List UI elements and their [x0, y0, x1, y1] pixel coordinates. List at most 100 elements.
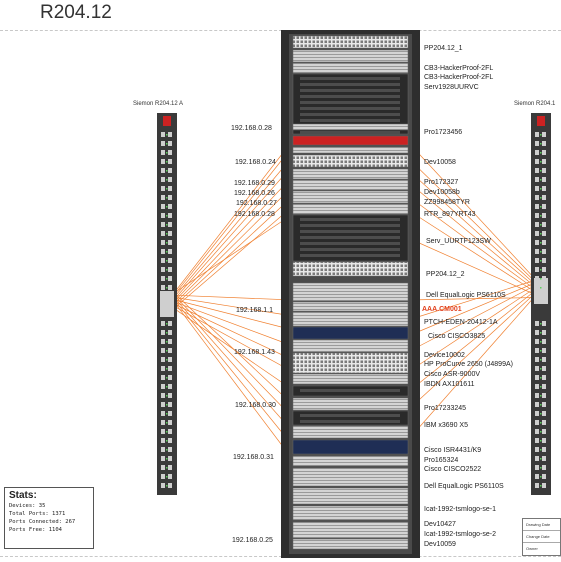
pdu-outlet — [161, 249, 165, 254]
pdu-outlet — [535, 240, 539, 245]
rack-device-2 — [292, 49, 409, 63]
rack-device-1 — [292, 35, 409, 49]
device-label: AAA.CM001 — [422, 306, 462, 313]
rack-device-21 — [292, 373, 409, 385]
pdu-outlet — [168, 483, 172, 488]
pdu-outlet — [535, 321, 539, 326]
pdu-outlet — [168, 168, 172, 173]
device-label: IBM x3690 X5 — [424, 422, 468, 429]
power-cable — [407, 209, 537, 293]
pdu-outlet-led — [166, 242, 168, 244]
pdu-outlet-led — [540, 260, 542, 262]
rack-device-3 — [292, 62, 409, 74]
pdu-outlet — [542, 258, 546, 263]
stats-ports-connected: Ports Connected: 267 — [9, 519, 76, 525]
pdu-outlet-led — [540, 152, 542, 154]
pdu-outlet — [168, 429, 172, 434]
pdu-outlet-led — [540, 197, 542, 199]
pdu-outlet — [161, 231, 165, 236]
pdu-outlet — [168, 366, 172, 371]
rack-device-31 — [292, 521, 409, 539]
pdu-outlet — [161, 258, 165, 263]
device-label: Dev10058 — [424, 159, 456, 166]
pdu-outlet-led — [166, 377, 168, 379]
pdu-outlet-led — [540, 350, 542, 352]
pdu-outlet — [161, 285, 165, 290]
stats-total-ports: Total Ports: 1371 — [9, 511, 66, 517]
pdu-outlet — [168, 384, 172, 389]
pdu-outlet-led — [166, 332, 168, 334]
pdu-outlet — [535, 366, 539, 371]
rack-device-drive-bay — [300, 119, 400, 122]
pdu-outlet — [542, 402, 546, 407]
pdu-outlet-led — [166, 161, 168, 163]
pdu-outlet — [168, 357, 172, 362]
pdu-outlet — [168, 438, 172, 443]
ip-address-label: 192.168.0.29 — [234, 180, 275, 187]
device-label: PTCH-EDEN-20412-1A — [424, 319, 498, 326]
pdu-outlet — [161, 447, 165, 452]
pdu-outlet-led — [540, 332, 542, 334]
power-cable — [173, 205, 294, 309]
pdu-outlet — [168, 267, 172, 272]
stats-panel: Stats: Devices: 35 Total Ports: 1371 Por… — [4, 487, 94, 549]
pdu-outlet — [168, 474, 172, 479]
device-label: Cisco ISR4431/K9 — [424, 447, 482, 454]
pdu-outlet — [161, 186, 165, 191]
rack-device-drive-bay — [300, 420, 400, 423]
pdu-outlet — [542, 204, 546, 209]
pdu-outlet — [542, 141, 546, 146]
pdu-outlet — [535, 186, 539, 191]
pdu-outlet — [168, 249, 172, 254]
pdu-outlet — [161, 429, 165, 434]
pdu-outlet-led — [166, 467, 168, 469]
device-label: Dev10058b — [424, 189, 460, 196]
pdu-outlet-led — [166, 206, 168, 208]
pdu-outlet — [161, 474, 165, 479]
device-group — [292, 35, 409, 550]
pdu-outlet — [542, 393, 546, 398]
rack-device-drive-bay — [300, 218, 400, 221]
power-cable — [173, 155, 294, 298]
pdu-outlet — [168, 348, 172, 353]
pdu-outlet-led — [540, 485, 542, 487]
pdu-outlet-led — [540, 206, 542, 208]
pdu-outlet — [535, 285, 539, 290]
pdu-outlet — [535, 330, 539, 335]
pdu-outlet — [535, 456, 539, 461]
pdu-outlet-led — [166, 422, 168, 424]
rack-device-drive-bay — [300, 131, 400, 134]
pdu-outlet-led — [540, 476, 542, 478]
pdu-outlet — [535, 483, 539, 488]
pdu-outlet-led — [166, 476, 168, 478]
pdu-outlet — [168, 330, 172, 335]
rack-device-29 — [292, 487, 409, 505]
pdu-outlet — [168, 222, 172, 227]
pdu-outlet — [161, 195, 165, 200]
pdu-outlet — [535, 204, 539, 209]
rack-device-30 — [292, 505, 409, 521]
pdu-outlet — [168, 141, 172, 146]
pdu-outlet-led — [540, 242, 542, 244]
device-label: Cisco ASR-9000V — [424, 371, 481, 378]
pdu-outlet — [161, 456, 165, 461]
device-label: IBDN AX101611 — [424, 381, 475, 388]
pdu-outlet — [168, 186, 172, 191]
pdu-outlet — [161, 141, 165, 146]
pdu-outlet — [542, 195, 546, 200]
stats-devices: Devices: 35 — [9, 503, 46, 509]
device-label: HP ProCurve 2650 (J4899A) — [424, 361, 513, 368]
pdu-outlet — [542, 150, 546, 155]
pdu-outlet — [161, 366, 165, 371]
pdu-outlet — [535, 411, 539, 416]
pdu-outlet-led — [540, 269, 542, 271]
device-label: Dev10059 — [424, 541, 456, 548]
rack-device-28 — [292, 467, 409, 487]
pdu-outlet-led — [166, 485, 168, 487]
device-label: Dev10427 — [424, 521, 456, 528]
rack-device-6 — [292, 135, 409, 146]
pdu-outlet — [161, 348, 165, 353]
owner-field: Owner — [526, 546, 538, 551]
pdu-outlet — [161, 159, 165, 164]
pdu-outlet — [542, 285, 546, 290]
